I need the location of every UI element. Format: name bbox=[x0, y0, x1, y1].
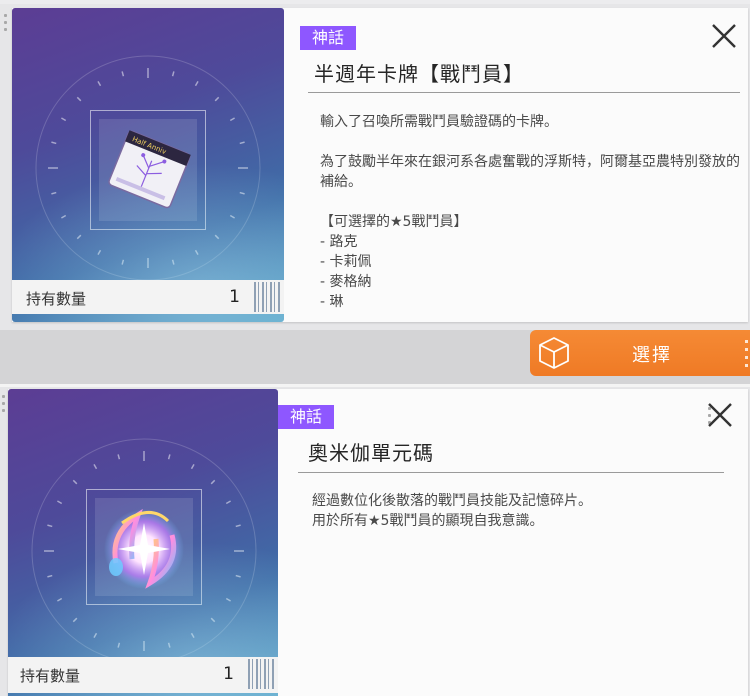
dial-tick bbox=[61, 214, 67, 219]
dial-tick bbox=[171, 71, 175, 77]
dial-tick bbox=[194, 249, 199, 255]
dial-tick bbox=[235, 524, 241, 528]
quantity-value: 1 bbox=[223, 664, 234, 684]
divider bbox=[308, 92, 740, 93]
quantity-value: 1 bbox=[229, 287, 240, 307]
dial-tick bbox=[214, 96, 220, 102]
close-icon[interactable] bbox=[706, 401, 734, 429]
barcode-icon bbox=[248, 659, 276, 689]
quantity-bar: 持有數量 1 bbox=[8, 657, 278, 693]
dial-tick bbox=[225, 597, 231, 602]
dial-tick bbox=[190, 632, 195, 638]
half-anniversary-card-icon: Half Anniv bbox=[108, 130, 191, 209]
select-button-label: 選擇 bbox=[632, 345, 672, 366]
item-card: Half Anniv 持有數量 1 神話 半週年卡牌【戰鬥員】 輸入了召喚所需戰… bbox=[12, 8, 748, 322]
dial-tick bbox=[72, 617, 78, 623]
dial-tick bbox=[190, 464, 195, 470]
item-card: 持有數量 1 神話 奧米伽單元碼 經過數位化後散落的戰鬥員技能及記憶碎片。 用於… bbox=[8, 389, 748, 696]
dial-tick bbox=[47, 574, 53, 578]
quantity-label: 持有數量 bbox=[20, 667, 81, 685]
dial-tick bbox=[194, 81, 199, 87]
dial-tick bbox=[57, 597, 63, 602]
dial-tick bbox=[239, 141, 245, 145]
dial-tick bbox=[214, 234, 220, 240]
dial-tick bbox=[229, 214, 235, 219]
dial-tick bbox=[61, 117, 67, 122]
dial-tick bbox=[210, 617, 216, 623]
divider bbox=[298, 472, 724, 473]
item-panel-omega-unit-code: 持有數量 1 神話 奧米伽單元碼 經過數位化後散落的戰鬥員技能及記憶碎片。 用於… bbox=[0, 384, 750, 696]
dial-tick bbox=[97, 81, 102, 87]
dial-tick bbox=[76, 96, 82, 102]
dial-tick bbox=[93, 632, 98, 638]
dial-tick bbox=[167, 454, 171, 460]
select-button[interactable]: 選擇 bbox=[530, 330, 750, 376]
edge-dots-icon bbox=[745, 340, 748, 372]
dial-tick bbox=[229, 117, 235, 122]
dial-tick bbox=[121, 71, 125, 77]
dial-tick bbox=[117, 642, 121, 648]
item-artwork: 持有數量 1 bbox=[8, 389, 278, 696]
dial-tick bbox=[225, 500, 231, 505]
cube-icon bbox=[539, 337, 569, 369]
item-title: 半週年卡牌【戰鬥員】 bbox=[314, 62, 524, 86]
dial-tick bbox=[167, 642, 171, 648]
item-description: 輸入了召喚所需戰鬥員驗證碼的卡牌。 為了鼓勵半年來在銀河系各處奮戰的浮斯特，阿爾… bbox=[320, 114, 740, 310]
dial-tick bbox=[239, 191, 245, 195]
dial-tick bbox=[97, 249, 102, 255]
dial-tick bbox=[121, 259, 125, 265]
dial-tick bbox=[171, 259, 175, 265]
omega-unit-code-icon bbox=[104, 508, 184, 589]
dial-tick bbox=[76, 234, 82, 240]
dial-tick bbox=[57, 500, 63, 505]
quantity-label: 持有數量 bbox=[26, 290, 87, 308]
rarity-badge: 神話 bbox=[278, 405, 335, 429]
barcode-icon bbox=[254, 282, 282, 312]
dial-tick bbox=[72, 479, 78, 485]
drag-handle-icon[interactable] bbox=[4, 14, 8, 35]
dial-tick bbox=[117, 454, 121, 460]
dial-tick bbox=[93, 464, 98, 470]
dial-tick bbox=[51, 191, 57, 195]
item-description: 經過數位化後散落的戰鬥員技能及記憶碎片。 用於所有★5戰鬥員的顯現自我意識。 bbox=[312, 493, 592, 529]
dial-tick bbox=[51, 141, 57, 145]
drag-handle-icon[interactable] bbox=[2, 395, 6, 416]
quantity-bar: 持有數量 1 bbox=[12, 280, 284, 314]
dial-tick bbox=[235, 574, 241, 578]
dial-tick bbox=[47, 524, 53, 528]
dial-tick bbox=[210, 479, 216, 485]
close-icon[interactable] bbox=[710, 22, 738, 50]
rarity-badge: 神話 bbox=[300, 26, 357, 50]
item-title: 奧米伽單元碼 bbox=[308, 441, 434, 465]
item-artwork: Half Anniv 持有數量 1 bbox=[12, 8, 284, 322]
item-panel-half-anniversary-card: Half Anniv 持有數量 1 神話 半週年卡牌【戰鬥員】 輸入了召喚所需戰… bbox=[0, 0, 750, 330]
